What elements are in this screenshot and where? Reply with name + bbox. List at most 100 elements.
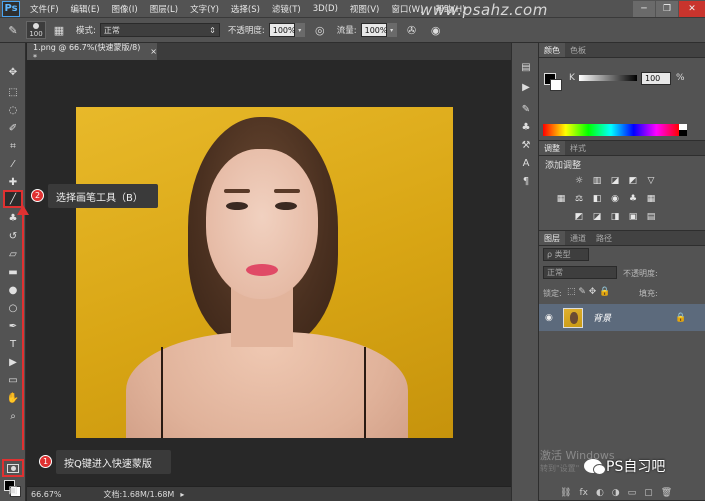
brush-presets-icon[interactable]: ✎ [518,101,534,117]
menu-edit[interactable]: 编辑(E) [65,3,106,15]
eyedropper-tool-icon[interactable]: ⁄ [3,155,23,173]
pen-tool-icon[interactable]: ✒ [3,317,23,335]
menu-view[interactable]: 视图(V) [344,3,385,15]
actions-panel-icon[interactable]: ▶ [518,79,534,95]
menu-file[interactable]: 文件(F) [24,3,65,15]
mode-select[interactable]: 正常 ⇕ [99,23,220,37]
hand-tool-icon[interactable]: ✋ [3,389,23,407]
k-slider[interactable] [579,75,637,81]
invert-icon[interactable]: ◩ [573,211,585,223]
flow-field[interactable]: 100% [360,23,388,37]
type-tool-icon[interactable]: T [3,335,23,353]
zoom-tool-icon[interactable]: ⌕ [3,407,23,425]
airbrush-icon[interactable]: ✇ [403,21,421,39]
trash-icon[interactable]: 🗑 [661,488,672,498]
screen-mode-icon[interactable]: ▣ [3,481,23,499]
posterize-icon[interactable]: ◪ [591,211,603,223]
adjustment-layer-icon[interactable]: ◑ [612,488,620,498]
color-balance-icon[interactable]: ⚖ [573,193,585,205]
marquee-tool-icon[interactable]: ⬚ [3,83,23,101]
quick-select-tool-icon[interactable]: ✐ [3,119,23,137]
menu-filter[interactable]: 滤镜(T) [266,3,307,15]
quick-mask-button[interactable] [2,459,24,477]
tool-presets-icon[interactable]: ⚒ [518,137,534,153]
mask-icon[interactable]: ◐ [596,488,604,498]
selective-color-icon[interactable]: ▣ [627,211,639,223]
close-tab-icon[interactable]: × [150,47,157,56]
tab-swatches[interactable]: 色板 [565,43,591,57]
document-tab[interactable]: 1.png @ 66.7%(快速蒙版/8) * × [27,42,157,62]
rectangle-tool-icon[interactable]: ▭ [3,371,23,389]
lasso-tool-icon[interactable]: ◌ [3,101,23,119]
dodge-tool-icon[interactable]: ○ [3,299,23,317]
zoom-level[interactable]: 66.67% [31,490,62,499]
step-1-badge: 1 [39,455,52,468]
gradient-tool-icon[interactable]: ▬ [3,263,23,281]
eye-icon[interactable]: ◉ [545,313,553,323]
tab-channels[interactable]: 通道 [565,231,591,245]
flow-dropdown-icon[interactable]: ▾ [386,23,397,37]
brush-tool-preset-icon[interactable]: ✎ [4,21,22,39]
link-layers-icon[interactable]: ⛓ [560,488,571,498]
paragraph-panel-icon[interactable]: ¶ [518,173,534,189]
status-menu-icon[interactable]: ▸ [180,490,184,499]
curves-icon[interactable]: ◪ [609,175,621,187]
lock-icons[interactable]: ⬚ ✎ ✥ 🔒 [567,287,610,297]
eraser-tool-icon[interactable]: ▱ [3,245,23,263]
brightness-icon[interactable]: ☼ [573,175,585,187]
menu-select[interactable]: 选择(S) [225,3,266,15]
tab-adjustments[interactable]: 调整 [539,141,565,155]
character-panel-icon[interactable]: A [518,155,534,171]
color-spectrum-ramp[interactable] [543,124,679,136]
move-tool-icon[interactable]: ✥ [3,63,23,81]
menu-image[interactable]: 图像(I) [106,3,144,15]
vibrance-icon[interactable]: ▽ [645,175,657,187]
minimize-button[interactable]: ─ [633,1,655,17]
black-white-icon[interactable]: ◧ [591,193,603,205]
opacity-field[interactable]: 100% [268,23,296,37]
clone-source-icon[interactable]: ♣ [518,119,534,135]
tab-styles[interactable]: 样式 [565,141,591,155]
threshold-icon[interactable]: ◨ [609,211,621,223]
exposure-icon[interactable]: ◩ [627,175,639,187]
channel-mixer-icon[interactable]: ♣ [627,193,639,205]
menu-type[interactable]: 文字(Y) [184,3,225,15]
pressure-size-icon[interactable]: ◉ [427,21,445,39]
bw-ramp[interactable] [679,124,687,136]
history-panel-icon[interactable]: ▤ [518,59,534,75]
hue-sat-icon[interactable]: ▦ [555,193,567,205]
menu-layer[interactable]: 图层(L) [144,3,184,15]
new-layer-icon[interactable]: ▢ [644,488,653,498]
layer-row[interactable]: ◉ 背景 🔒 [539,304,705,331]
group-icon[interactable]: ▭ [628,488,637,498]
blur-tool-icon[interactable]: ● [3,281,23,299]
brush-size-picker[interactable]: 100 [26,21,46,39]
close-button[interactable]: ✕ [679,1,705,17]
portrait-photo[interactable] [76,107,453,438]
brush-panel-toggle-icon[interactable]: ▦ [50,21,68,39]
photo-right-brow [274,189,300,193]
color-lookup-icon[interactable]: ▦ [645,193,657,205]
document-tab-label: 1.png @ 66.7%(快速蒙版/8) * [33,42,141,62]
restore-button[interactable]: ❐ [656,1,678,17]
layer-name[interactable]: 背景 [593,311,611,324]
pressure-opacity-icon[interactable]: ◎ [311,21,329,39]
levels-icon[interactable]: ▥ [591,175,603,187]
fx-icon[interactable]: fx [579,488,588,498]
color-bg-swatch[interactable] [550,79,562,91]
blend-mode-select[interactable]: 正常 [543,266,617,279]
status-bar: 66.67% 文档:1.68M/1.68M ▸ [27,486,511,501]
tab-paths[interactable]: 路径 [591,231,617,245]
layer-kind-filter[interactable]: ρ 类型 [543,248,589,261]
opacity-dropdown-icon[interactable]: ▾ [294,23,305,37]
k-value-field[interactable]: 100 [641,72,671,85]
path-select-tool-icon[interactable]: ▶ [3,353,23,371]
tab-layers[interactable]: 图层 [539,231,565,245]
gradient-map-icon[interactable]: ▤ [645,211,657,223]
photo-filter-icon[interactable]: ◉ [609,193,621,205]
menu-3d[interactable]: 3D(D) [307,4,344,14]
tab-color[interactable]: 颜色 [539,43,565,57]
crop-tool-icon[interactable]: ⌗ [3,137,23,155]
healing-brush-tool-icon[interactable]: ✚ [3,173,23,191]
history-brush-tool-icon[interactable]: ↺ [3,227,23,245]
